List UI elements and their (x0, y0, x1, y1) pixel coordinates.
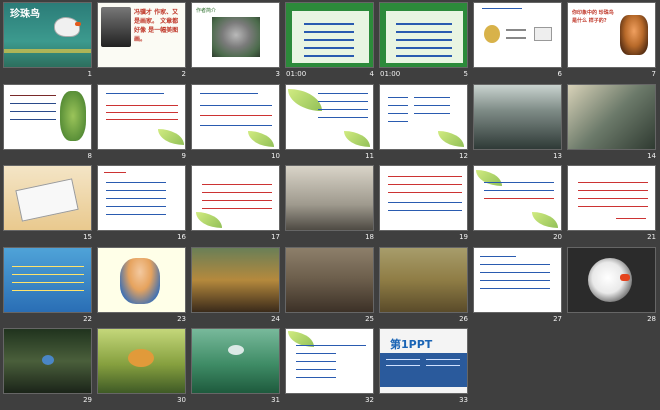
slide-thumbnail[interactable]: 25 (285, 246, 376, 329)
bird-photo (212, 17, 260, 57)
slide-heading: 作者简介 (196, 8, 217, 14)
slide-number: 6 (557, 70, 562, 78)
slide-thumbnail[interactable]: 01:00 5 (379, 2, 470, 84)
plant-image (60, 90, 86, 141)
slide-number: 2 (181, 70, 186, 78)
brand-logo: 第1PPT (390, 338, 433, 351)
slide-number: 32 (365, 396, 374, 404)
slide-number: 10 (271, 151, 280, 160)
slide-thumbnail[interactable]: 28 (567, 246, 658, 329)
slide-thumbnail[interactable]: 26 (379, 246, 470, 329)
slide-number: 11 (365, 151, 374, 160)
slide-number: 15 (83, 233, 92, 241)
author-photo (101, 7, 131, 47)
slide-thumbnail[interactable]: 19 (379, 165, 470, 247)
slide-thumbnail[interactable]: 22 (3, 246, 94, 329)
slide-thumbnail[interactable]: 18 (285, 165, 376, 247)
slide-number: 17 (271, 233, 280, 241)
slide-thumbnail[interactable]: 9 (97, 83, 188, 166)
slide-number: 30 (177, 396, 186, 404)
bird-photo (620, 15, 648, 55)
slide-number: 9 (181, 151, 186, 160)
slide-thumbnail[interactable]: 11 (285, 83, 376, 166)
slide-thumbnail[interactable]: 12 (379, 83, 470, 166)
leopard-photo (380, 247, 467, 312)
slide-number: 28 (647, 314, 656, 323)
slide-number: 14 (647, 151, 656, 160)
slide-thumbnail[interactable]: 13 (473, 83, 564, 166)
slide-thumbnail[interactable]: 30 (97, 328, 188, 410)
slide-thumbnail[interactable]: 01:00 4 (285, 2, 376, 84)
author-photo (286, 166, 373, 230)
slide-number: 22 (83, 314, 92, 323)
slide-thumbnail[interactable]: 第1PPT 33 (379, 328, 470, 410)
slide-title: 珍珠鸟 (10, 9, 40, 20)
slide-number: 29 (83, 396, 92, 404)
slide-thumbnail[interactable]: 6 (473, 2, 564, 84)
slide-thumbnail[interactable]: 24 (191, 246, 282, 329)
slide-thumbnail[interactable]: 8 (3, 83, 94, 166)
slide-number: 16 (177, 233, 186, 241)
ink-painting-image (474, 84, 561, 149)
slide-number: 25 (365, 314, 374, 323)
slide-thumbnail[interactable]: 冯骥才 作家、又是画家。 文章都好像 是一幅美图画。 2 (97, 2, 188, 84)
slide-thumbnail[interactable]: 31 (191, 328, 282, 410)
slide-thumbnail[interactable]: 10 (191, 83, 282, 166)
slide-number: 23 (177, 314, 186, 323)
slide-number: 4 (369, 70, 374, 78)
slide-thumbnail[interactable]: 14 (567, 83, 658, 166)
slide-number: 33 (459, 396, 468, 404)
slide-thumbnail[interactable]: 23 (97, 246, 188, 329)
book-image (568, 84, 655, 149)
slide-number: 26 (459, 314, 468, 323)
slide-number: 21 (647, 233, 656, 241)
slide-number: 1 (87, 70, 92, 78)
slide-thumbnail[interactable]: 作者简介 3 (191, 2, 282, 84)
slide-number: 13 (553, 151, 562, 160)
slide-number: 27 (553, 314, 562, 323)
elephant-photo (286, 247, 373, 312)
slide-number: 12 (459, 151, 468, 160)
slide-number: 18 (365, 233, 374, 241)
slide-thumbnail[interactable]: 29 (3, 328, 94, 410)
slide-text: 冯骥才 作家、又是画家。 文章都好像 是一幅美图画。 (134, 9, 179, 43)
slide-thumbnail[interactable]: 20 (473, 165, 564, 247)
slide-thumbnail[interactable]: 27 (473, 246, 564, 329)
slide-number: 8 (87, 151, 92, 160)
slide-number: 7 (651, 70, 656, 78)
slide-number: 5 (463, 70, 468, 78)
slide-sorter-grid: 珍珠鸟 1 冯骥才 作家、又是画家。 文章都好像 是一幅美图画。 2 作者简介 … (3, 2, 660, 410)
slide-number: 19 (459, 233, 468, 241)
bird-flight-photo (192, 329, 279, 393)
slide-thumbnail[interactable]: 16 (97, 165, 188, 247)
timer-badge: 01:00 (380, 70, 401, 78)
illustration-image (120, 257, 160, 304)
slide-thumbnail[interactable]: 你印象中的 珍珠鸟是什么 样子的? 7 (567, 2, 658, 84)
slide-number: 3 (275, 70, 280, 78)
bird-icon (54, 17, 80, 37)
slide-thumbnail[interactable]: 珍珠鸟 1 (3, 2, 94, 84)
timer-badge: 01:00 (286, 70, 307, 78)
tiger-photo (192, 247, 279, 312)
slide-thumbnail[interactable]: 15 (3, 165, 94, 247)
slide-number: 20 (553, 233, 562, 241)
slide-question: 你印象中的 珍珠鸟是什么 样子的? (572, 10, 614, 24)
slide-thumbnail[interactable]: 17 (191, 165, 282, 247)
bird-icon (484, 25, 500, 43)
slide-number: 24 (271, 314, 280, 323)
slide-thumbnail[interactable]: 21 (567, 165, 658, 247)
slide-number: 31 (271, 396, 280, 404)
slide-thumbnail[interactable]: 32 (285, 328, 376, 410)
